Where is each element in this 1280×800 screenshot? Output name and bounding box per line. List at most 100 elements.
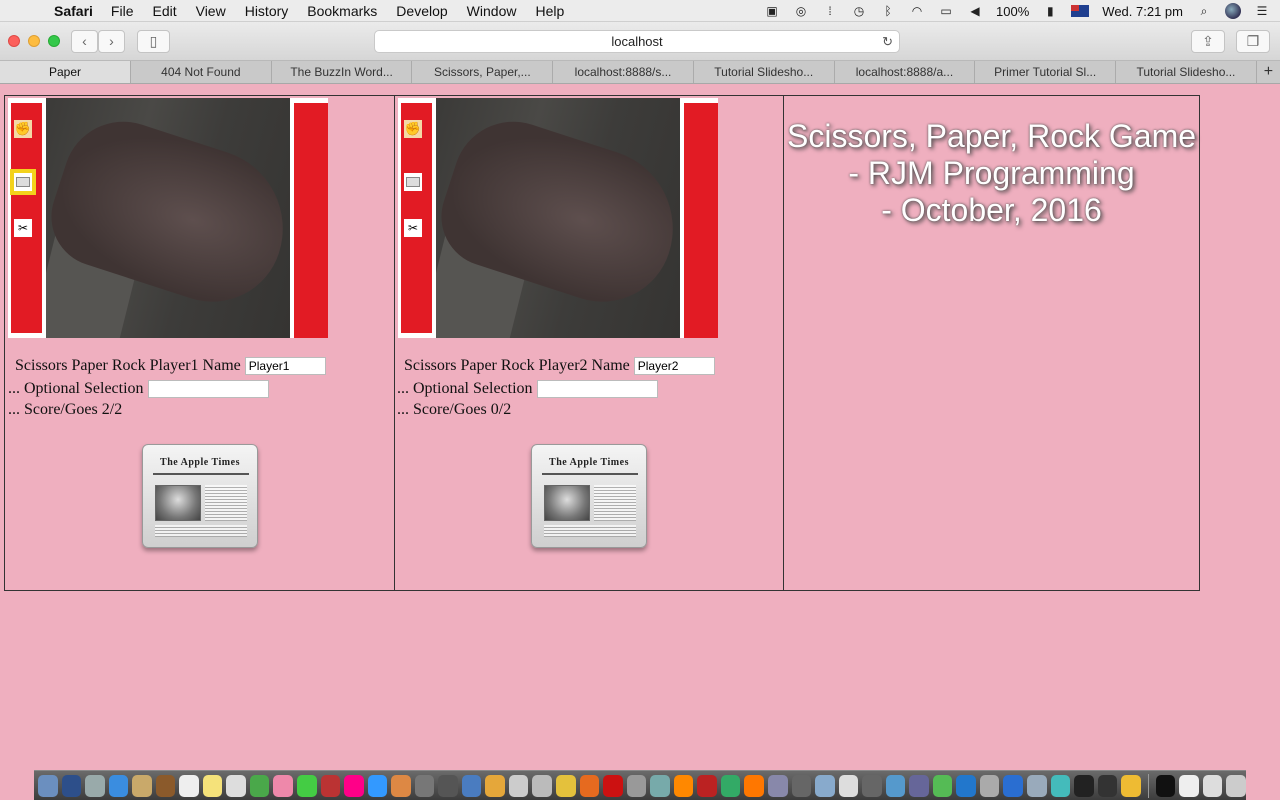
player2-name-input[interactable]: Player2: [633, 357, 715, 376]
visual-studio-code-icon[interactable]: [1003, 774, 1023, 797]
tab-scissors-paper[interactable]: Scissors, Paper,...: [412, 61, 554, 83]
spotlight-search-icon[interactable]: ⌕: [1196, 4, 1212, 18]
app-icon-4[interactable]: [626, 774, 647, 797]
itunes-icon[interactable]: [344, 774, 364, 797]
app-icon-1[interactable]: [485, 774, 505, 797]
player1-scissors-icon[interactable]: ✂: [14, 219, 32, 237]
player1-rock-icon[interactable]: ✊: [14, 120, 32, 138]
new-tab-button[interactable]: +: [1257, 61, 1280, 83]
app-icon-12[interactable]: [932, 774, 953, 797]
maps-icon[interactable]: [249, 774, 270, 797]
tab-localhost-a[interactable]: localhost:8888/a...: [835, 61, 976, 83]
minimize-window-icon[interactable]: [28, 35, 40, 47]
player2-rock-icon[interactable]: ✊: [404, 120, 422, 138]
player1-selection-input[interactable]: [147, 380, 269, 399]
reminders-icon[interactable]: [226, 774, 246, 797]
menu-window[interactable]: Window: [467, 3, 517, 19]
tab-primer-tutorial[interactable]: Primer Tutorial Sl...: [975, 61, 1117, 83]
ibooks-icon[interactable]: [391, 774, 411, 797]
system-preferences-icon[interactable]: [414, 774, 435, 797]
launchpad-icon[interactable]: [85, 774, 105, 797]
messages-icon[interactable]: [297, 774, 317, 797]
reload-icon[interactable]: ↻: [882, 31, 893, 52]
finder-icon[interactable]: [38, 774, 58, 797]
siri-dock-icon[interactable]: [61, 774, 82, 797]
downloads-stack-icon[interactable]: [1155, 774, 1176, 797]
app-icon-3[interactable]: [532, 774, 553, 797]
menu-app-name[interactable]: Safari: [54, 3, 93, 19]
photo-booth-icon[interactable]: [320, 774, 341, 797]
app-icon-5[interactable]: [650, 774, 670, 797]
app-icon-9[interactable]: [815, 774, 835, 797]
utility-icon[interactable]: [438, 774, 458, 797]
trash-icon[interactable]: [1226, 774, 1246, 797]
player1-paper-icon[interactable]: [10, 169, 36, 195]
player1-newspaper-icon[interactable]: The Apple Times: [142, 444, 258, 548]
status-circle-icon[interactable]: ◎: [793, 4, 809, 18]
forward-button[interactable]: ›: [98, 30, 125, 53]
status-audio-icon[interactable]: ⁞: [822, 4, 838, 18]
vlc-icon[interactable]: [744, 774, 764, 797]
airplay-icon[interactable]: ▭: [938, 4, 954, 18]
app-icon-15[interactable]: [1026, 774, 1047, 797]
menu-file[interactable]: File: [111, 3, 134, 19]
github-icon[interactable]: [1097, 774, 1118, 797]
app-icon-2[interactable]: [508, 774, 529, 797]
player2-selection-input[interactable]: [536, 380, 658, 399]
bluetooth-icon[interactable]: ᛒ: [880, 4, 896, 18]
address-bar[interactable]: localhost ↻: [374, 30, 900, 53]
menu-help[interactable]: Help: [535, 3, 564, 19]
clock[interactable]: Wed. 7:21 pm: [1102, 4, 1183, 19]
tab-tutorial-slideshow-1[interactable]: Tutorial Slidesho...: [694, 61, 835, 83]
siri-icon[interactable]: [1225, 3, 1241, 19]
opera-icon[interactable]: [603, 774, 623, 797]
php-icon[interactable]: [909, 774, 929, 797]
show-tabs-button[interactable]: ❐: [1236, 30, 1270, 53]
app-icon-11[interactable]: [885, 774, 906, 797]
volume-icon[interactable]: ◀: [967, 4, 983, 18]
help-icon-2[interactable]: [862, 774, 882, 797]
menu-view[interactable]: View: [196, 3, 226, 19]
app-icon-8[interactable]: [767, 774, 788, 797]
player2-newspaper-icon[interactable]: The Apple Times: [531, 444, 647, 548]
tab-buzzin[interactable]: The BuzzIn Word...: [272, 61, 413, 83]
mail-icon[interactable]: [132, 774, 152, 797]
status-app-icon[interactable]: ▣: [764, 4, 780, 18]
player1-name-input[interactable]: Player1: [244, 357, 326, 376]
app-icon-14[interactable]: [979, 774, 1000, 797]
player2-scissors-icon[interactable]: ✂: [404, 219, 422, 237]
menu-history[interactable]: History: [245, 3, 289, 19]
calendar-icon[interactable]: [179, 774, 199, 797]
close-window-icon[interactable]: [8, 35, 20, 47]
back-button[interactable]: ‹: [71, 30, 98, 53]
stack-icon[interactable]: [1202, 774, 1223, 797]
battery-percent[interactable]: 100%: [996, 4, 1029, 19]
share-button[interactable]: ⇪: [1191, 30, 1225, 53]
terminal-icon[interactable]: [1074, 774, 1094, 797]
tab-tutorial-slideshow-2[interactable]: Tutorial Slidesho...: [1116, 61, 1257, 83]
app-store-icon[interactable]: [367, 774, 388, 797]
app-icon-10[interactable]: [838, 774, 859, 797]
input-source-flag-icon[interactable]: [1071, 5, 1090, 17]
notification-center-icon[interactable]: ☰: [1254, 4, 1270, 18]
time-machine-icon[interactable]: ◷: [851, 4, 867, 18]
notes-icon[interactable]: [202, 774, 223, 797]
player2-paper-icon[interactable]: [404, 173, 422, 191]
documents-stack-icon[interactable]: [1179, 774, 1199, 797]
sidebar-toggle-button[interactable]: ▯: [137, 30, 170, 53]
firefox-icon[interactable]: [579, 774, 600, 797]
battery-icon[interactable]: ▮: [1042, 4, 1058, 18]
wifi-icon[interactable]: ◠: [909, 4, 925, 18]
menu-bookmarks[interactable]: Bookmarks: [307, 3, 377, 19]
photos-icon[interactable]: [273, 774, 294, 797]
filezilla-icon[interactable]: [697, 774, 717, 797]
tab-paper[interactable]: Paper: [0, 61, 132, 83]
xcode-icon[interactable]: [461, 774, 482, 797]
tab-404[interactable]: 404 Not Found: [131, 61, 272, 83]
app-icon-16[interactable]: [1050, 774, 1071, 797]
app-icon-13[interactable]: [956, 774, 976, 797]
safari-icon[interactable]: [108, 774, 129, 797]
contacts-icon[interactable]: [155, 774, 176, 797]
chrome-icon[interactable]: [556, 774, 576, 797]
zoom-window-icon[interactable]: [48, 35, 60, 47]
